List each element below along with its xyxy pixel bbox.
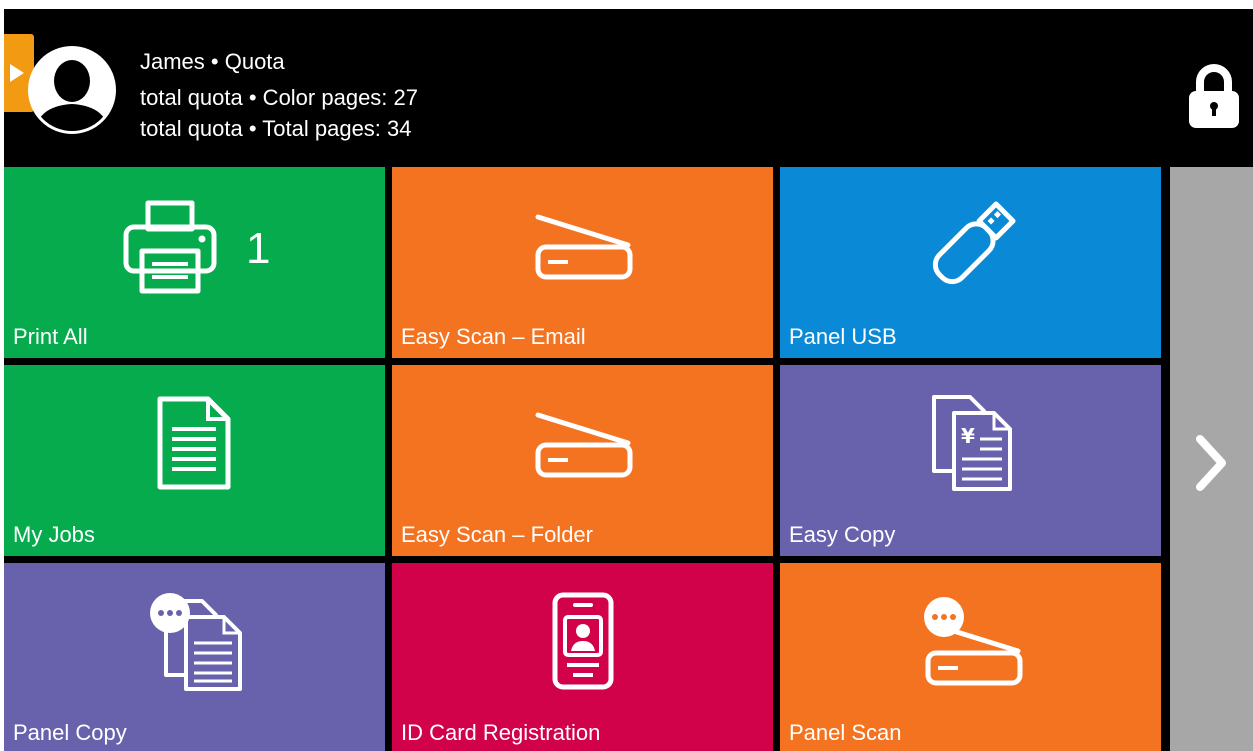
tile-easy-scan-email[interactable]: Easy Scan – Email <box>392 167 773 358</box>
color-pages-quota: total quota • Color pages: 27 <box>140 85 418 110</box>
tile-grid: 1 Print All Easy Scan – Email Panel USB … <box>4 167 1164 751</box>
user-avatar-icon <box>28 46 116 134</box>
tile-label: Easy Copy <box>789 522 896 547</box>
scanner-icon <box>535 214 633 280</box>
tile-label: Panel Copy <box>13 720 127 745</box>
usb-drive-icon <box>932 201 1016 285</box>
tile-label: Panel Scan <box>789 720 902 745</box>
printer-icon <box>123 200 217 294</box>
panel-copy-icon <box>150 593 242 691</box>
panel-scan-icon <box>924 597 1023 686</box>
header-bar: James • Quota total quota • Color pages:… <box>4 9 1253 164</box>
tile-label: Easy Scan – Folder <box>401 522 593 547</box>
lock-icon[interactable] <box>1187 63 1241 129</box>
tile-print-all[interactable]: 1 Print All <box>4 167 385 358</box>
tile-panel-usb[interactable]: Panel USB <box>780 167 1161 358</box>
tile-easy-copy[interactable]: ¥ Easy Copy <box>780 365 1161 556</box>
tile-panel-scan[interactable]: Panel Scan <box>780 563 1161 751</box>
next-page-button[interactable] <box>1170 167 1253 751</box>
copy-documents-icon: ¥ <box>932 395 1012 491</box>
scanner-icon <box>535 412 633 478</box>
tile-my-jobs[interactable]: My Jobs <box>4 365 385 556</box>
chevron-right-icon <box>1196 435 1226 491</box>
tile-label: My Jobs <box>13 522 95 547</box>
print-job-count: 1 <box>246 224 271 273</box>
tile-easy-scan-folder[interactable]: Easy Scan – Folder <box>392 365 773 556</box>
id-card-icon <box>552 592 614 690</box>
tile-label: ID Card Registration <box>401 720 601 745</box>
terminal-screen: James • Quota total quota • Color pages:… <box>4 9 1253 751</box>
tile-id-card-registration[interactable]: ID Card Registration <box>392 563 773 751</box>
tile-label: Print All <box>13 324 88 349</box>
total-pages-quota: total quota • Total pages: 34 <box>140 116 412 141</box>
tile-panel-copy[interactable]: Panel Copy <box>4 563 385 751</box>
svg-text:¥: ¥ <box>961 424 975 448</box>
tile-label: Easy Scan – Email <box>401 324 586 349</box>
document-icon <box>157 396 231 490</box>
tile-label: Panel USB <box>789 324 897 349</box>
user-quota-title: James • Quota <box>140 49 285 74</box>
expand-arrow-icon <box>10 64 24 82</box>
